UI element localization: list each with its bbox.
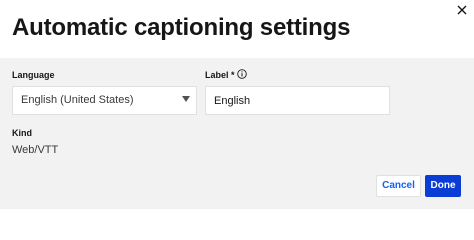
chevron-down-icon: [182, 96, 190, 102]
language-label: Language: [12, 70, 55, 80]
label-input[interactable]: English: [205, 86, 390, 115]
kind-label: Kind: [12, 128, 32, 138]
info-icon[interactable]: [237, 69, 247, 79]
captioning-settings-dialog: Automatic captioning settings Language E…: [0, 0, 474, 209]
cancel-button[interactable]: Cancel: [376, 175, 421, 197]
label-field-label: Label *: [205, 70, 235, 80]
done-button[interactable]: Done: [425, 175, 461, 197]
dialog-title: Automatic captioning settings: [12, 14, 351, 41]
dialog-header: Automatic captioning settings: [0, 0, 474, 58]
kind-value: Web/VTT: [12, 144, 59, 156]
language-select[interactable]: English (United States): [12, 86, 197, 115]
close-icon[interactable]: [455, 3, 469, 17]
language-selected-value: English (United States): [21, 94, 134, 106]
dialog-body: Language English (United States) Label *…: [0, 58, 474, 209]
